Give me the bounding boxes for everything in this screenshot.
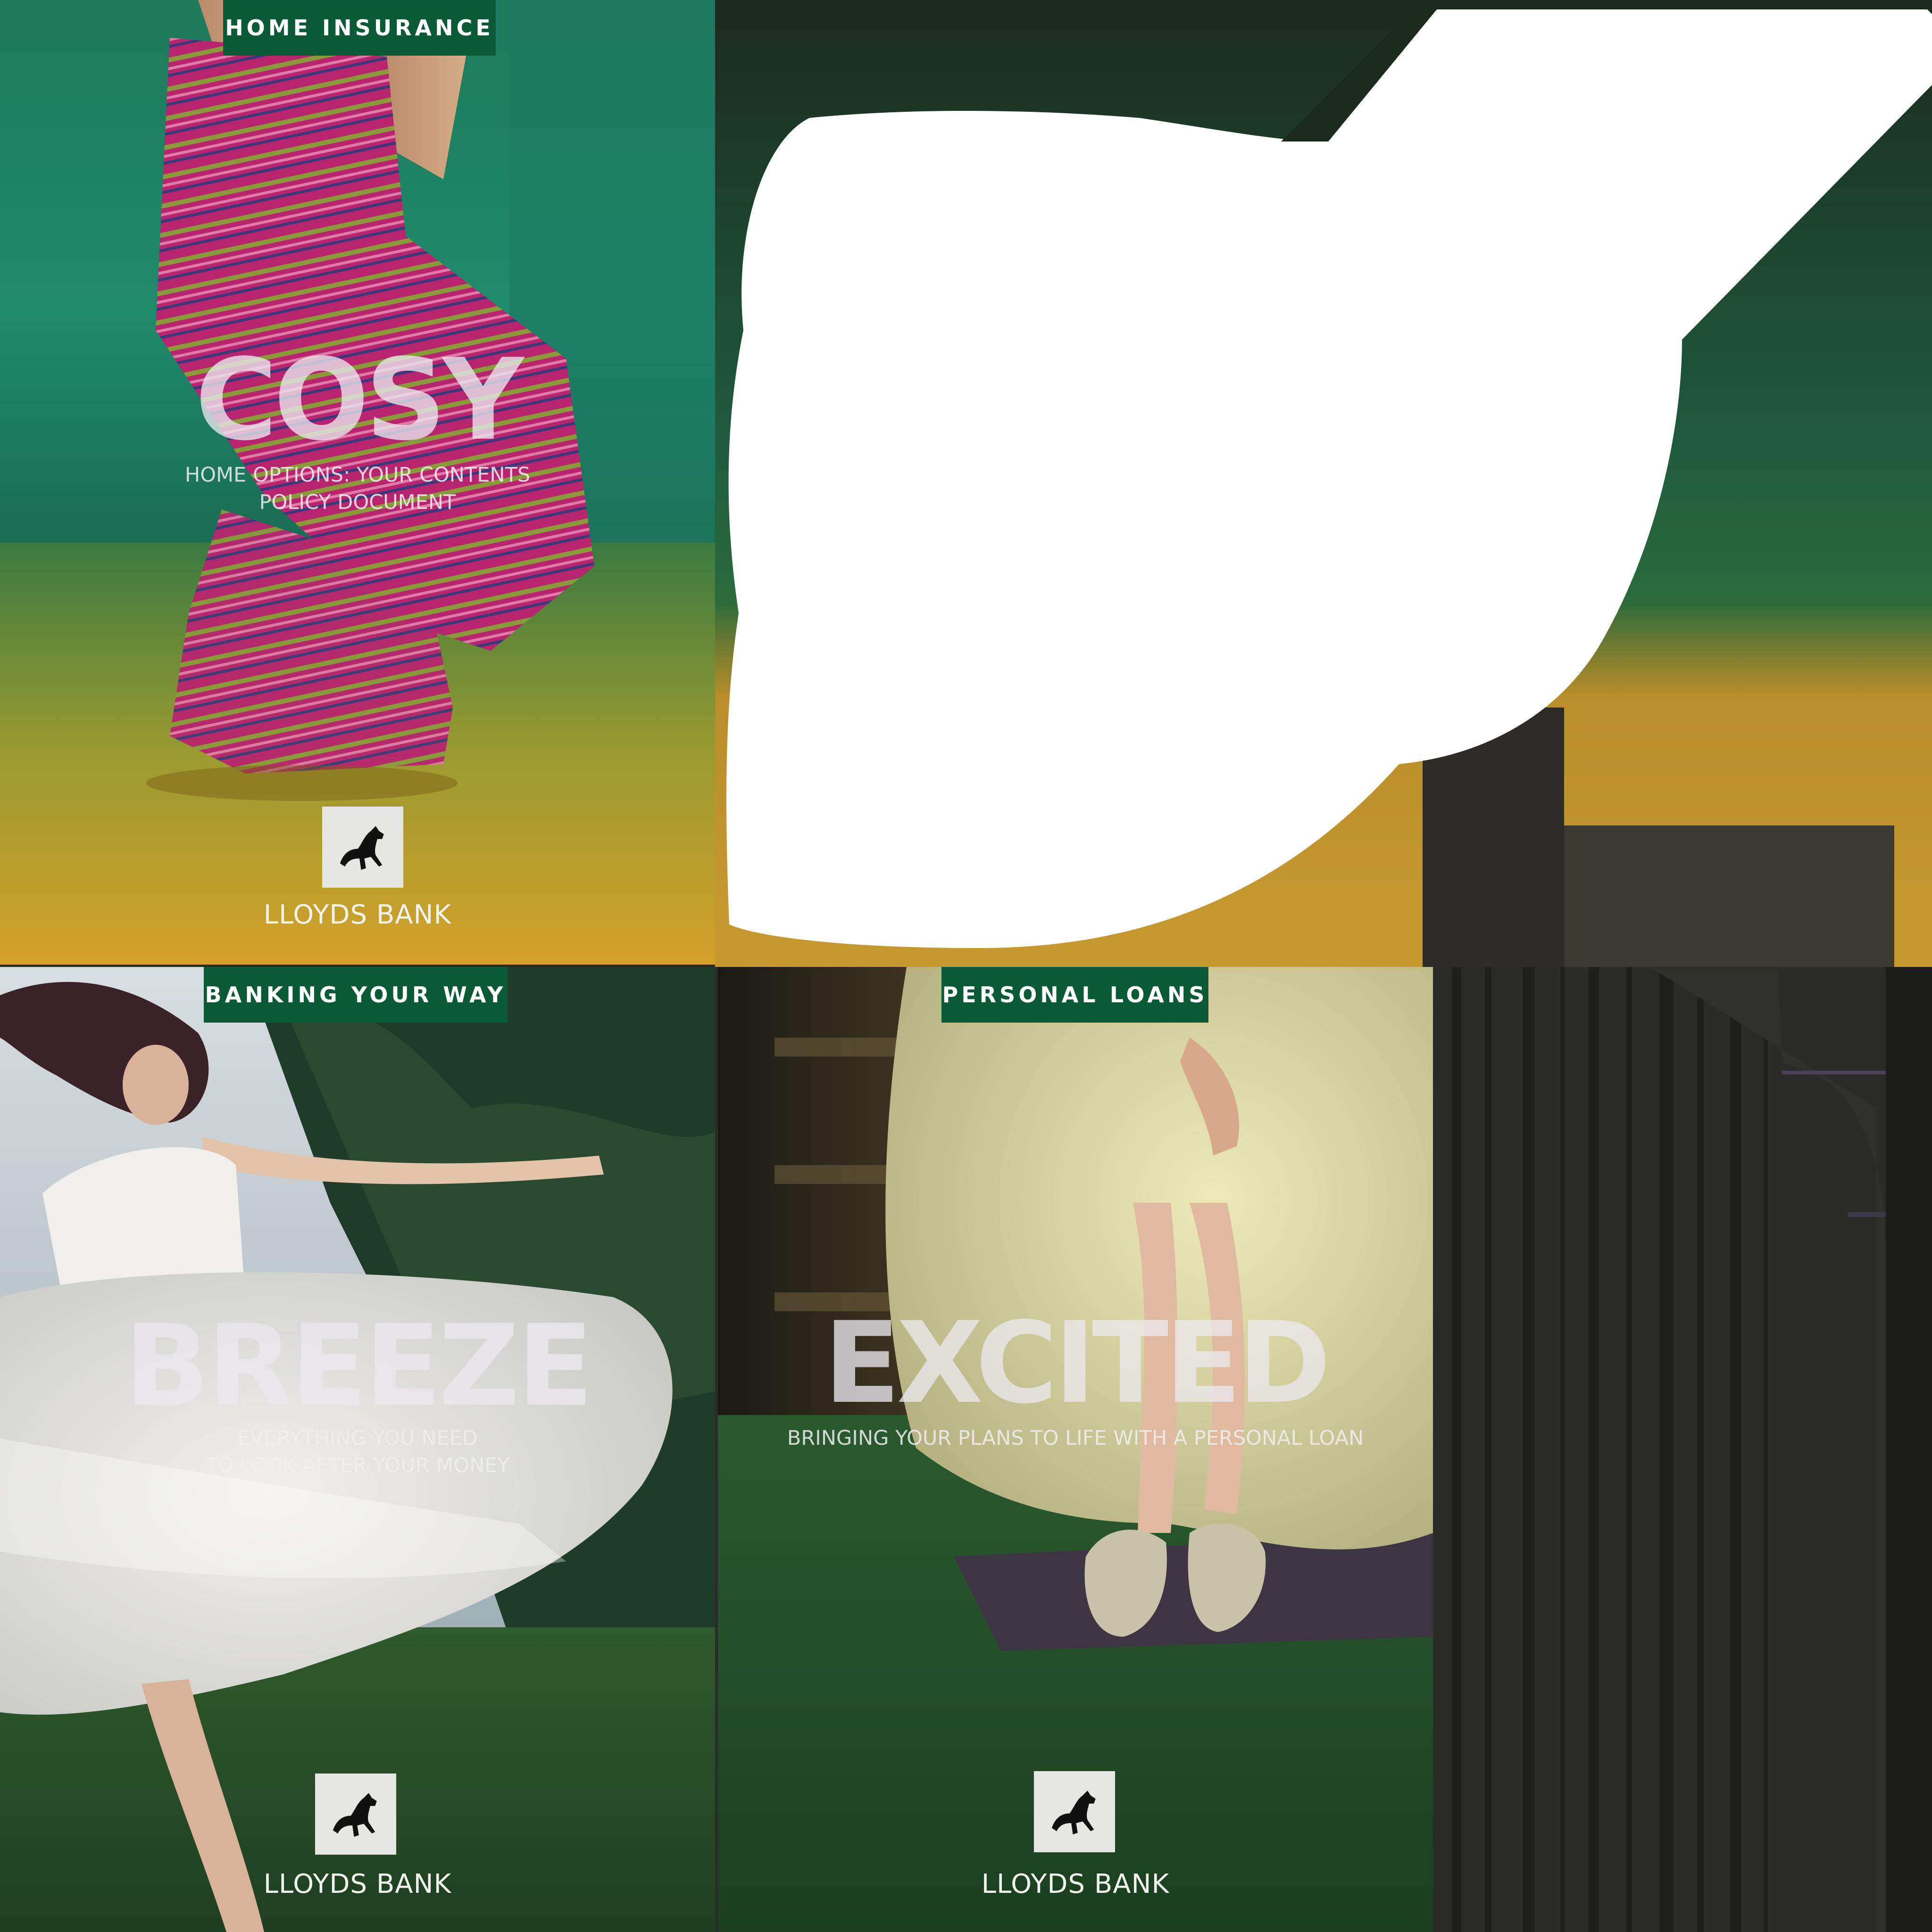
cover-headline: COSY [195, 335, 524, 466]
masked-region [715, 0, 1932, 967]
brochure-cover-breeze: BANKING YOUR WAY BREEZE EVERYTHING YOU N… [0, 967, 715, 1932]
brand-name: LLOYDS BANK [263, 899, 452, 930]
category-tag: PERSONAL LOANS [941, 967, 1208, 1023]
brand-name: LLOYDS BANK [263, 1869, 452, 1899]
brand-name: LLOYDS BANK [981, 1869, 1170, 1899]
category-tag: HOME INSURANCE [223, 0, 496, 56]
brochure-cover-cosy: HOME INSURANCE COSY HOME OPTIONS: YOUR C… [0, 0, 715, 965]
cover-subtitle: EVERYTHING YOU NEED TO LOOK AFTER YOUR M… [205, 1426, 510, 1477]
brochure-cover-excited: PERSONAL LOANS EXCITED BRINGING YOUR PLA… [718, 967, 1433, 1932]
black-horse-logo-icon [1034, 1771, 1115, 1852]
striped-remnant [1433, 967, 1932, 1932]
cover-headline: EXCITED [824, 1298, 1331, 1429]
collage-canvas: HOME INSURANCE COSY HOME OPTIONS: YOUR C… [0, 0, 1932, 1932]
cover-subtitle: HOME OPTIONS: YOUR CONTENTS POLICY DOCUM… [184, 463, 531, 514]
cover-subtitle: BRINGING YOUR PLANS TO LIFE WITH A PERSO… [787, 1426, 1364, 1450]
category-tag: BANKING YOUR WAY [204, 967, 508, 1023]
cover-headline: BREEZE [124, 1301, 594, 1432]
black-horse-logo-icon [322, 807, 403, 888]
black-horse-logo-icon [315, 1774, 396, 1855]
